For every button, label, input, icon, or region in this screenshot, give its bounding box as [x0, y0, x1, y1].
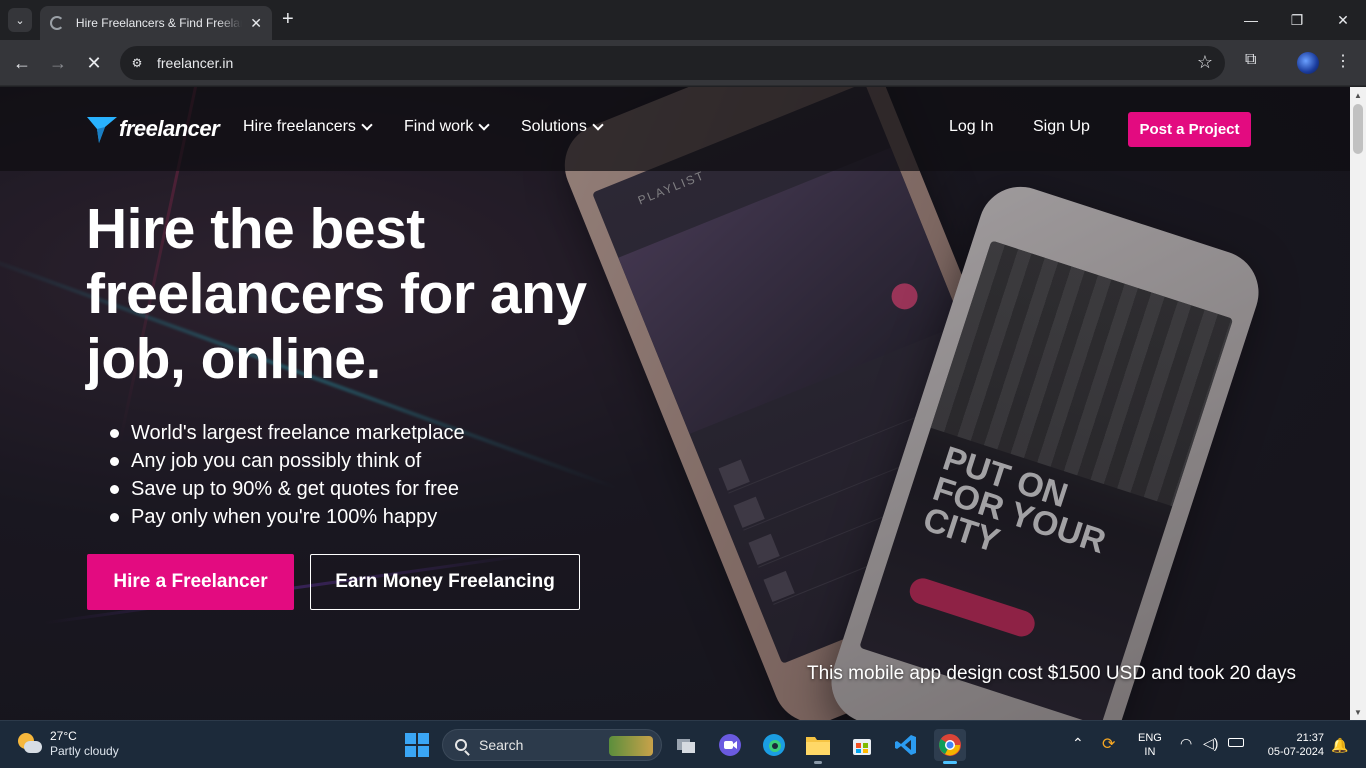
- notification-bell-icon[interactable]: 🔔: [1331, 737, 1348, 754]
- clock-date: 05-07-2024: [1267, 746, 1324, 758]
- browser-toolbar: ← → ✕ ⚙ freelancer.in ☆ ⧉ ⋮: [0, 40, 1366, 86]
- loading-favicon-icon: [50, 16, 64, 30]
- signup-link[interactable]: Sign Up: [1033, 118, 1090, 136]
- forward-arrow-icon[interactable]: →: [46, 51, 70, 75]
- back-arrow-icon[interactable]: ←: [10, 51, 34, 75]
- vscode-icon[interactable]: [890, 729, 922, 761]
- weather-condition: Partly cloudy: [50, 744, 119, 758]
- chevron-down-icon: [478, 118, 491, 131]
- windows-taskbar: 27°C Partly cloudy Search ⌃ ⟳ ENG IN ◠ ◁…: [0, 720, 1366, 768]
- hire-freelancer-button[interactable]: Hire a Freelancer: [87, 554, 294, 610]
- stop-loading-icon[interactable]: ✕: [82, 51, 106, 75]
- weather-widget[interactable]: 27°C Partly cloudy: [16, 729, 119, 759]
- chevron-down-icon: [361, 118, 373, 131]
- list-item: Save up to 90% & get quotes for free: [110, 475, 465, 503]
- profile-avatar[interactable]: [1297, 52, 1319, 74]
- logo-text: freelancer: [119, 116, 220, 141]
- browser-tab-active[interactable]: Hire Freelancers & Find Freelance Jobs O…: [40, 6, 272, 40]
- system-clock[interactable]: 21:37 05-07-2024: [1258, 731, 1324, 759]
- menu-label: Find work: [404, 118, 474, 135]
- scroll-up-arrow-icon[interactable]: ▲: [1350, 87, 1366, 103]
- close-window-button[interactable]: ✕: [1320, 0, 1366, 40]
- search-highlight-image: [609, 736, 653, 756]
- maximize-button[interactable]: ❐: [1274, 0, 1320, 40]
- menu-hire-freelancers[interactable]: Hire freelancers: [243, 118, 373, 136]
- weather-temp: 27°C: [50, 729, 77, 743]
- menu-find-work[interactable]: Find work: [404, 118, 491, 136]
- language-indicator[interactable]: ENG IN: [1138, 731, 1162, 759]
- scroll-thumb[interactable]: [1353, 104, 1363, 154]
- windows-start-icon[interactable]: [405, 733, 429, 757]
- taskbar-search[interactable]: Search: [442, 729, 662, 761]
- list-item: Any job you can possibly think of: [110, 447, 465, 475]
- list-item: World's largest freelance marketplace: [110, 419, 465, 447]
- meet-video-icon[interactable]: [714, 729, 746, 761]
- freelancer-bird-icon: [87, 117, 117, 143]
- task-view-icon[interactable]: [670, 729, 702, 761]
- menu-label: Solutions: [521, 118, 587, 135]
- address-bar[interactable]: ⚙ freelancer.in ☆: [120, 46, 1225, 80]
- tab-close-icon[interactable]: ✕: [250, 15, 262, 32]
- partly-cloudy-icon: [16, 733, 42, 755]
- chevron-down-icon: [592, 118, 604, 131]
- earn-money-button[interactable]: Earn Money Freelancing: [310, 554, 580, 610]
- minimize-button[interactable]: —: [1228, 0, 1274, 40]
- chrome-menu-icon[interactable]: ⋮: [1335, 51, 1351, 71]
- tab-title: Hire Freelancers & Find Freelance Jobs O…: [75, 16, 242, 30]
- hero-caption: This mobile app design cost $1500 USD an…: [807, 663, 1297, 684]
- bookmark-star-icon[interactable]: ☆: [1197, 52, 1213, 73]
- show-hidden-icons-chevron-icon[interactable]: ⌃: [1072, 735, 1084, 752]
- list-item: Pay only when you're 100% happy: [110, 503, 465, 531]
- wifi-icon[interactable]: ◠: [1180, 735, 1192, 752]
- new-tab-button[interactable]: +: [282, 9, 294, 29]
- chrome-browser-icon[interactable]: [934, 729, 966, 764]
- edge-browser-icon[interactable]: [758, 729, 790, 761]
- url-text[interactable]: freelancer.in: [157, 55, 233, 71]
- search-icon: [455, 739, 467, 751]
- clock-time: 21:37: [1296, 732, 1324, 744]
- extensions-puzzle-icon[interactable]: ⧉: [1245, 51, 1256, 69]
- site-info-icon[interactable]: ⚙: [124, 50, 150, 76]
- scroll-down-arrow-icon[interactable]: ▼: [1350, 704, 1366, 720]
- hero-bullet-list: World's largest freelance marketplace An…: [110, 419, 465, 531]
- menu-label: Hire freelancers: [243, 118, 356, 135]
- tab-search-chevron-icon[interactable]: ⌄: [8, 8, 32, 32]
- language-code: ENG: [1138, 732, 1162, 744]
- freelancer-logo[interactable]: freelancer: [87, 113, 220, 145]
- language-region: IN: [1144, 746, 1156, 758]
- menu-solutions[interactable]: Solutions: [521, 118, 604, 136]
- login-link[interactable]: Log In: [949, 118, 993, 136]
- sync-refresh-icon[interactable]: ⟳: [1102, 734, 1115, 754]
- post-project-button[interactable]: Post a Project: [1128, 112, 1251, 147]
- window-controls: — ❐ ✕: [1228, 0, 1366, 40]
- site-header: freelancer Hire freelancers Find work So…: [0, 87, 1350, 171]
- browser-tabbar: ⌄ Hire Freelancers & Find Freelance Jobs…: [0, 0, 1366, 40]
- page-viewport: PLAYLIST PUT ON FOR YOUR CITY freelancer…: [0, 87, 1350, 720]
- search-placeholder: Search: [479, 737, 524, 753]
- battery-icon[interactable]: [1228, 738, 1244, 747]
- background-overlay: [0, 87, 1350, 720]
- microsoft-store-icon[interactable]: [846, 729, 878, 761]
- page-scrollbar[interactable]: ▲ ▼: [1350, 87, 1366, 720]
- file-explorer-icon[interactable]: [802, 729, 834, 764]
- hero-title: Hire the best freelancers for any job, o…: [86, 197, 587, 391]
- volume-icon[interactable]: ◁): [1203, 735, 1218, 752]
